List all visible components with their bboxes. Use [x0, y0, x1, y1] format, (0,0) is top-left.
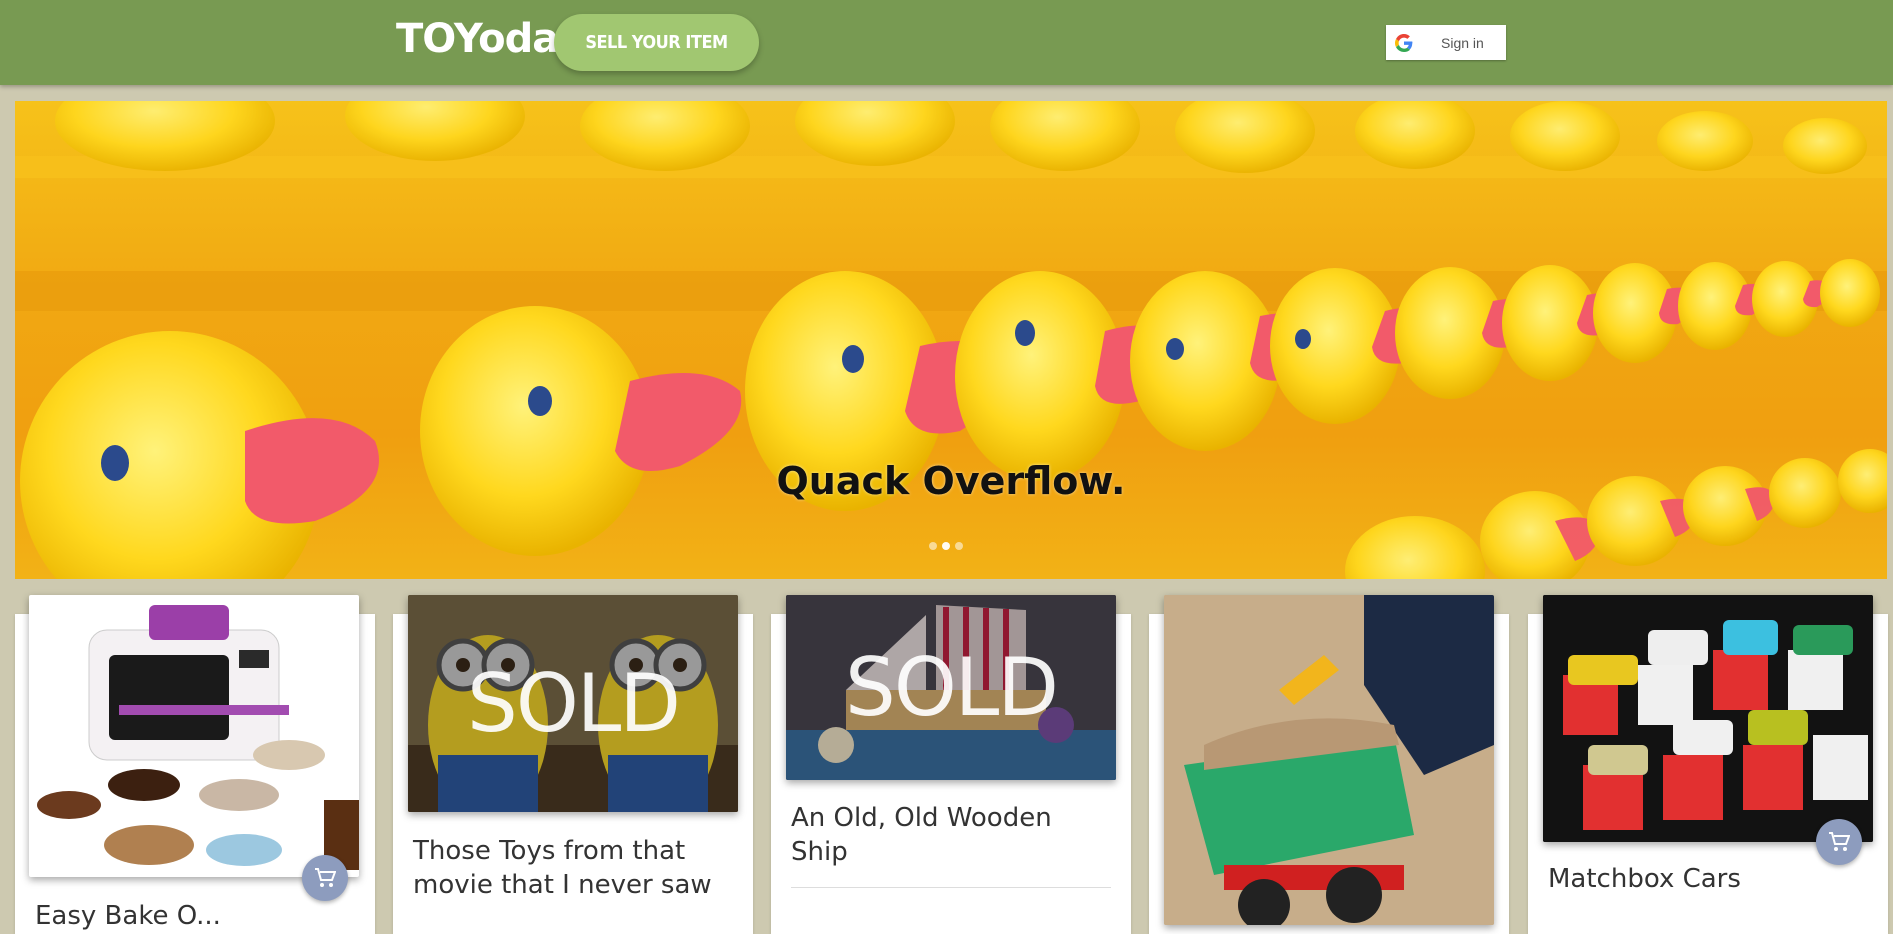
product-title[interactable]: Matchbox Cars	[1548, 862, 1868, 896]
add-to-cart-button[interactable]	[1816, 819, 1862, 865]
google-sign-in-button[interactable]: Sign in	[1386, 25, 1506, 60]
hero-caption: Quack Overflow.	[776, 459, 1126, 503]
site-logo[interactable]: TOYoda	[396, 16, 559, 62]
rubber-ducks-image	[15, 101, 1887, 579]
product-image[interactable]	[29, 595, 359, 877]
matchbox-cars-image	[1543, 595, 1873, 842]
card-divider	[791, 887, 1111, 888]
google-icon	[1395, 33, 1413, 52]
cart-icon	[1829, 832, 1850, 851]
sand-truck-image	[1164, 595, 1494, 925]
sold-overlay: SOLD	[408, 595, 738, 812]
product-image[interactable]	[1543, 595, 1873, 842]
carousel-dot[interactable]	[955, 542, 963, 550]
sell-your-item-button[interactable]: SELL YOUR ITEM	[554, 14, 759, 71]
easy-bake-oven-image	[37, 605, 359, 870]
hero-carousel[interactable]: Quack Overflow.	[15, 101, 1887, 579]
cart-icon	[315, 868, 336, 887]
carousel-dot[interactable]	[942, 542, 950, 550]
sign-in-label: Sign in	[1441, 34, 1484, 51]
top-navbar: TOYoda SELL YOUR ITEM Sign in	[0, 0, 1893, 85]
product-image[interactable]: SOLD	[408, 595, 738, 812]
product-image[interactable]: SOLD	[786, 595, 1116, 780]
product-image[interactable]	[1164, 595, 1494, 925]
carousel-indicators	[929, 542, 963, 550]
product-title[interactable]: Easy Bake O...	[35, 899, 365, 933]
carousel-dot[interactable]	[929, 542, 937, 550]
product-title[interactable]: An Old, Old Wooden Ship	[791, 801, 1111, 869]
sold-overlay: SOLD	[786, 595, 1116, 780]
add-to-cart-button[interactable]	[302, 855, 348, 901]
product-title[interactable]: Those Toys from that movie that I never …	[413, 834, 733, 902]
